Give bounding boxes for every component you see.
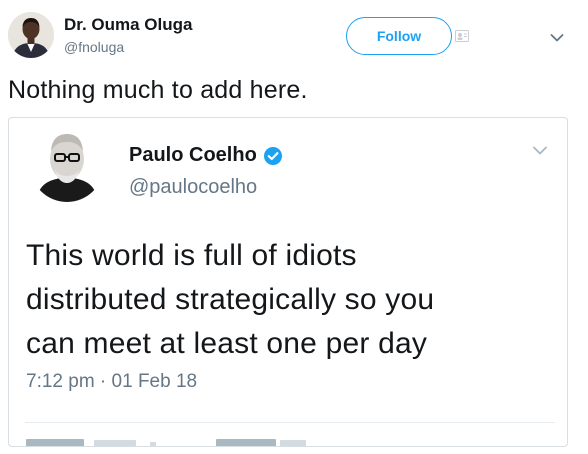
tweet-text: Nothing much to add here. xyxy=(8,76,308,104)
author-name[interactable]: Dr. Ouma Oluga xyxy=(64,15,192,35)
quoted-tweet-card[interactable]: Paulo Coelho @paulocoelho This world is … xyxy=(8,117,568,447)
quoted-tweet-timestamp[interactable]: 7:12 pm · 01 Feb 18 xyxy=(26,371,197,393)
quoted-tweet-divider xyxy=(25,422,555,423)
quoted-tweet-text: This world is full of idiots distributed… xyxy=(26,234,556,366)
author-avatar[interactable] xyxy=(8,12,54,58)
quoted-author-avatar[interactable] xyxy=(30,128,104,202)
author-handle[interactable]: @fnoluga xyxy=(64,39,124,55)
person-avatar-icon xyxy=(30,128,104,202)
quoted-tweet-text-line: distributed strategically so you xyxy=(26,283,435,316)
verified-badge-icon xyxy=(263,146,282,165)
quoted-tweet-text-line: can meet at least one per day xyxy=(26,327,428,360)
add-user-icon xyxy=(455,30,469,42)
quoted-tweet-text-line: This world is full of idiots xyxy=(26,239,357,272)
chevron-down-icon[interactable] xyxy=(532,145,548,156)
chevron-down-icon[interactable] xyxy=(550,33,564,43)
engagement-stats-strip xyxy=(26,439,306,446)
follow-button[interactable]: Follow xyxy=(346,17,452,55)
person-avatar-icon xyxy=(8,12,54,58)
quoted-author-handle[interactable]: @paulocoelho xyxy=(129,176,257,199)
quoted-author-name[interactable]: Paulo Coelho xyxy=(129,144,257,167)
quoted-author-name-row[interactable]: Paulo Coelho xyxy=(129,144,283,167)
